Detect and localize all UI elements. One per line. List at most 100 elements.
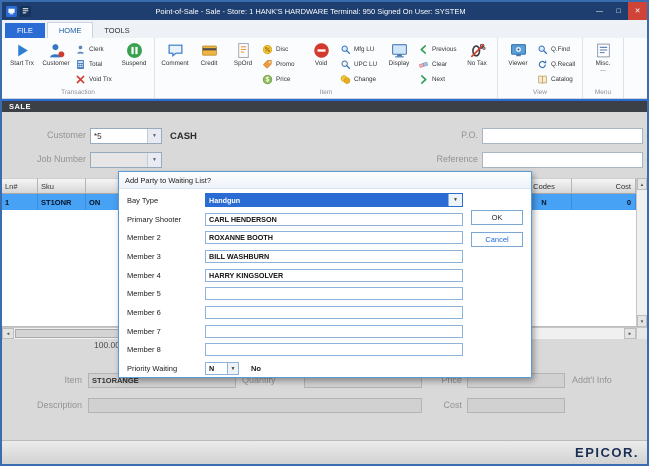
column-header-cost[interactable]: Cost	[572, 178, 636, 194]
bay-type-value: Handgun	[206, 194, 448, 206]
tab-home[interactable]: HOME	[47, 22, 94, 38]
clear-button[interactable]: Clear	[416, 57, 460, 71]
group-title-item: Item	[158, 89, 494, 98]
spord-button[interactable]: SpOrd	[226, 39, 260, 87]
misc-button[interactable]: Misc. ...	[586, 39, 620, 87]
scroll-right-button[interactable]: ►	[624, 328, 636, 339]
total-button[interactable]: Total	[73, 57, 117, 71]
comment-button[interactable]: Comment	[158, 39, 192, 87]
priority-waiting-row: Priority Waiting N ▼ No	[127, 359, 523, 378]
member-4-input[interactable]: HARRY KINGSOLVER	[205, 269, 463, 282]
scroll-down-button[interactable]: ▼	[637, 315, 647, 327]
add-party-dialog: Add Party to Waiting List? Bay Type Hand…	[118, 171, 532, 378]
change-button[interactable]: Change	[338, 72, 382, 86]
catalog-button[interactable]: Catalog	[535, 72, 579, 86]
price-button[interactable]: Price	[260, 72, 304, 86]
ok-button[interactable]: OK	[471, 210, 523, 225]
bay-type-select[interactable]: Handgun ▼	[205, 193, 463, 207]
member-5-row: Member 5	[127, 284, 523, 303]
clerk-button[interactable]: Clerk	[73, 42, 117, 56]
transaction-small-buttons: Clerk Total Void Trx	[73, 39, 117, 86]
scrollbar-thumb[interactable]	[15, 329, 125, 338]
dialog-body: Bay Type Handgun ▼ Primary Shooter CARL …	[119, 189, 531, 378]
disc-button[interactable]: Disc	[260, 42, 304, 56]
member-2-row: Member 2 ROXANNE BOOTH	[127, 228, 523, 247]
upc-lu-button[interactable]: UPC LU	[338, 57, 382, 71]
epicor-logo: EPICOR.	[575, 445, 639, 460]
credit-button[interactable]: Credit	[192, 39, 226, 87]
title-bar: Point-of-Sale - Sale - Store: 1 HANK'S H…	[2, 2, 647, 20]
column-header-ln[interactable]: Ln#	[2, 178, 38, 194]
priority-waiting-select[interactable]: N ▼	[205, 362, 239, 375]
next-button[interactable]: Next	[416, 72, 460, 86]
chevron-down-icon[interactable]: ▼	[227, 363, 238, 374]
display-button[interactable]: Display	[382, 39, 416, 87]
member-4-row: Member 4 HARRY KINGSOLVER	[127, 266, 523, 285]
discount-percent-icon	[262, 44, 273, 55]
cancel-button[interactable]: Cancel	[471, 232, 523, 247]
customer-select[interactable]: *5 ▼	[90, 128, 162, 144]
close-button[interactable]: ✕	[628, 2, 647, 20]
scroll-left-button[interactable]: ◄	[2, 328, 14, 339]
primary-shooter-input[interactable]: CARL HENDERSON	[205, 213, 463, 226]
cell-cost: 0	[572, 194, 636, 210]
primary-shooter-row: Primary Shooter CARL HENDERSON	[127, 210, 523, 229]
maximize-button[interactable]: □	[609, 2, 628, 20]
suspend-button[interactable]: Suspend	[117, 39, 151, 87]
q-find-button[interactable]: Q.Find	[535, 42, 579, 56]
arrow-left-icon	[418, 44, 429, 55]
no-tax-button[interactable]: No Tax	[460, 39, 494, 87]
member-5-input[interactable]	[205, 287, 463, 300]
customer-button[interactable]: Customer	[39, 39, 73, 87]
description-field[interactable]	[88, 398, 422, 413]
member-8-input[interactable]	[205, 343, 463, 356]
column-header-sku[interactable]: Sku	[38, 178, 86, 194]
bay-type-row: Bay Type Handgun ▼	[127, 191, 523, 210]
q-recall-button[interactable]: Q.Recall	[535, 57, 579, 71]
dialog-buttons: OK Cancel	[471, 210, 523, 247]
customer-name-value: CASH	[170, 131, 197, 142]
viewer-button[interactable]: Viewer	[501, 39, 535, 87]
member-7-input[interactable]	[205, 325, 463, 338]
chevron-down-icon[interactable]: ▼	[448, 194, 462, 206]
item-label: Item	[2, 375, 82, 385]
job-number-select[interactable]: ▼	[90, 152, 162, 168]
member-2-input[interactable]: ROXANNE BOOTH	[205, 231, 463, 244]
promo-tag-icon	[262, 59, 273, 70]
scroll-up-button[interactable]: ▲	[637, 178, 647, 190]
description-label: Description	[2, 400, 82, 410]
tab-file[interactable]: FILE	[5, 23, 45, 38]
promo-button[interactable]: Promo	[260, 57, 304, 71]
minimize-button[interactable]: —	[590, 2, 609, 20]
grid-total-value: 100.00	[94, 340, 120, 350]
footer-bar: EPICOR.	[2, 440, 647, 464]
void-trx-button[interactable]: Void Trx	[73, 72, 117, 86]
reference-input[interactable]	[482, 152, 643, 168]
item-small-buttons-1: Disc Promo Price	[260, 39, 304, 86]
app-window: Point-of-Sale - Sale - Store: 1 HANK'S H…	[0, 0, 649, 466]
po-label: P.O.	[382, 130, 478, 140]
credit-card-icon	[201, 42, 218, 59]
ribbon-group-item: Comment Credit SpOrd Disc	[155, 38, 498, 98]
po-input[interactable]	[482, 128, 643, 144]
member-3-input[interactable]: BILL WASHBURN	[205, 250, 463, 263]
member-3-row: Member 3 BILL WASHBURN	[127, 247, 523, 266]
job-number-label: Job Number	[2, 154, 86, 164]
member-6-input[interactable]	[205, 306, 463, 319]
cost-field[interactable]	[467, 398, 565, 413]
barcode-search-icon	[340, 59, 351, 70]
start-trx-button[interactable]: Start Trx	[5, 39, 39, 87]
priority-waiting-value: N	[206, 363, 227, 374]
book-icon	[537, 74, 548, 85]
dialog-title: Add Party to Waiting List?	[119, 172, 531, 189]
coins-icon	[340, 74, 351, 85]
clerk-icon	[75, 44, 86, 55]
window-controls: — □ ✕	[590, 2, 647, 20]
tab-tools[interactable]: TOOLS	[93, 23, 140, 38]
reference-label: Reference	[382, 154, 478, 164]
vertical-scrollbar[interactable]: ▲ ▼	[636, 178, 647, 327]
previous-button[interactable]: Previous	[416, 42, 460, 56]
void-button[interactable]: Void	[304, 39, 338, 87]
mfg-lu-button[interactable]: Mfg LU	[338, 42, 382, 56]
comment-icon	[167, 42, 184, 59]
